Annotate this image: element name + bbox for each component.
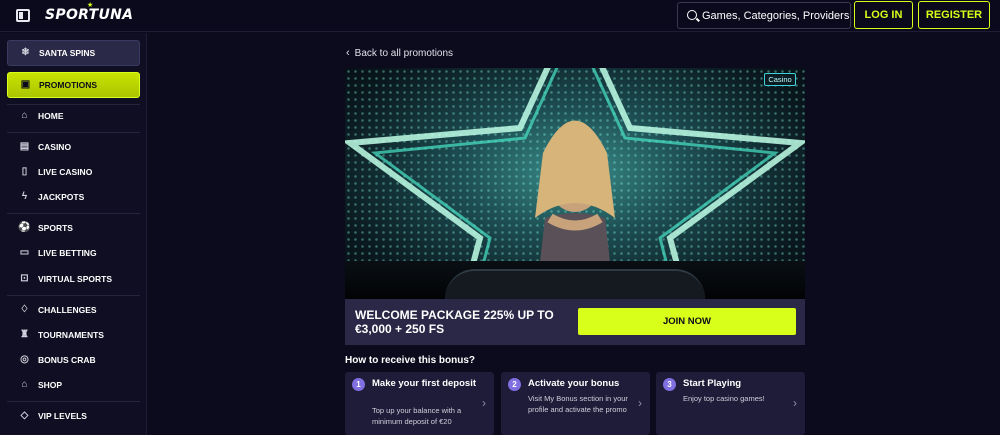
gift-icon: ▣ <box>20 79 31 90</box>
step-card[interactable]: 3 Start Playing Enjoy top casino games! … <box>656 372 805 435</box>
logo-star-icon: ★ <box>87 2 94 9</box>
shop-icon: ⌂ <box>21 379 28 390</box>
sidebar-item-casino[interactable]: ▤ CASINO <box>7 136 140 158</box>
slot-machine-icon: ▤ <box>19 141 30 152</box>
search-icon <box>687 10 697 20</box>
sidebar-item-label: HOME <box>38 111 64 121</box>
sidebar-item-jackpots[interactable]: ϟ JACKPOTS <box>7 186 140 208</box>
step-title: Start Playing <box>683 378 742 389</box>
sidebar-item-label: LIVE BETTING <box>38 248 97 258</box>
sidebar-item-santa-spins[interactable]: ❄ SANTA SPINS <box>7 40 140 66</box>
sidebar-item-label: LIVE CASINO <box>38 167 93 177</box>
divider <box>7 132 140 133</box>
sidebar-item-label: SHOP <box>38 380 63 390</box>
chevron-right-icon: › <box>482 396 486 410</box>
sidebar-item-bonus-crab[interactable]: ◎ BONUS CRAB <box>7 349 140 371</box>
chevron-right-icon: › <box>638 396 642 410</box>
sidebar-item-promotions[interactable]: ▣ PROMOTIONS <box>7 72 140 98</box>
offer-title: WELCOME PACKAGE 225% UP TO €3,000 + 250 … <box>355 308 554 336</box>
sidebar-toggle-icon[interactable] <box>16 9 30 22</box>
sidebar-item-virtual-sports[interactable]: ⊡ VIRTUAL SPORTS <box>7 268 140 290</box>
chevron-right-icon: › <box>793 396 797 410</box>
roulette-table <box>445 269 705 299</box>
offer-bar: WELCOME PACKAGE 225% UP TO €3,000 + 250 … <box>345 299 805 345</box>
step-description: Visit My Bonus section in your profile a… <box>528 394 628 414</box>
step-number: 1 <box>352 378 365 391</box>
step-title: Make your first deposit <box>372 378 476 389</box>
sidebar-item-sports[interactable]: ⚽ SPORTS <box>7 217 140 239</box>
home-icon: ⌂ <box>21 110 28 121</box>
join-now-button[interactable]: JOIN NOW <box>578 308 796 335</box>
category-badge: Casino <box>764 73 796 86</box>
sidebar-item-label: CASINO <box>38 142 72 152</box>
sidebar-item-live-casino[interactable]: ▯ LIVE CASINO <box>7 161 140 183</box>
sidebar-item-challenges[interactable]: ♢ CHALLENGES <box>7 299 140 321</box>
register-button[interactable]: REGISTER <box>918 1 990 29</box>
diamond-icon: ◇ <box>20 410 29 421</box>
sidebar-item-label: BONUS CRAB <box>38 355 96 365</box>
divider <box>7 213 140 214</box>
sidebar-item-home[interactable]: ⌂ HOME <box>7 105 140 127</box>
sidebar-item-label: VIP LEVELS <box>38 411 87 421</box>
step-description: Top up your balance with a minimum depos… <box>372 406 462 426</box>
promo-hero-image <box>345 68 805 299</box>
step-number: 2 <box>508 378 521 391</box>
divider <box>7 401 140 402</box>
step-title: Activate your bonus <box>528 378 620 389</box>
card-icon: ▯ <box>21 166 28 177</box>
sidebar-item-label: TOURNAMENTS <box>38 330 104 340</box>
sidebar-item-label: CHALLENGES <box>38 305 97 315</box>
sidebar-item-label: VIRTUAL SPORTS <box>38 274 112 284</box>
sidebar: ❄ SANTA SPINS ▣ PROMOTIONS ⌂ HOME ▤ CASI… <box>0 33 147 435</box>
top-bar: SPORTUNA ★ LOG IN REGISTER <box>0 0 1000 32</box>
sidebar-item-label: JACKPOTS <box>38 192 85 202</box>
sidebar-item-label: SANTA SPINS <box>39 48 96 58</box>
sidebar-item-vip-levels[interactable]: ◇ VIP LEVELS <box>7 405 140 427</box>
search-box[interactable] <box>677 2 851 29</box>
divider <box>7 295 140 296</box>
sidebar-item-shop[interactable]: ⌂ SHOP <box>7 374 140 396</box>
ticket-icon: ▭ <box>19 247 30 258</box>
gamepad-icon: ⊡ <box>20 273 29 284</box>
lightning-icon: ϟ <box>21 191 28 202</box>
sidebar-item-label: SPORTS <box>38 223 73 233</box>
medal-icon: ♢ <box>20 304 29 315</box>
search-input[interactable] <box>702 3 850 28</box>
step-card[interactable]: 1 Make your first deposit Top up your ba… <box>345 372 494 435</box>
sidebar-item-label: PROMOTIONS <box>39 80 98 90</box>
logo[interactable]: SPORTUNA <box>45 7 133 23</box>
step-description: Enjoy top casino games! <box>683 394 765 403</box>
trophy-icon: ♜ <box>20 329 29 340</box>
ball-icon: ⚽ <box>18 222 31 233</box>
snowflake-icon: ❄ <box>21 47 30 58</box>
back-to-promotions-link[interactable]: ‹ Back to all promotions <box>346 47 453 59</box>
sidebar-item-live-betting[interactable]: ▭ LIVE BETTING <box>7 242 140 264</box>
login-button[interactable]: LOG IN <box>854 1 913 29</box>
step-card[interactable]: 2 Activate your bonus Visit My Bonus sec… <box>501 372 650 435</box>
sidebar-item-tournaments[interactable]: ♜ TOURNAMENTS <box>7 324 140 346</box>
how-to-title: How to receive this bonus? <box>345 355 476 366</box>
step-number: 3 <box>663 378 676 391</box>
chevron-left-icon: ‹ <box>346 47 350 59</box>
crab-icon: ◎ <box>20 354 29 365</box>
back-link-label: Back to all promotions <box>354 47 454 59</box>
